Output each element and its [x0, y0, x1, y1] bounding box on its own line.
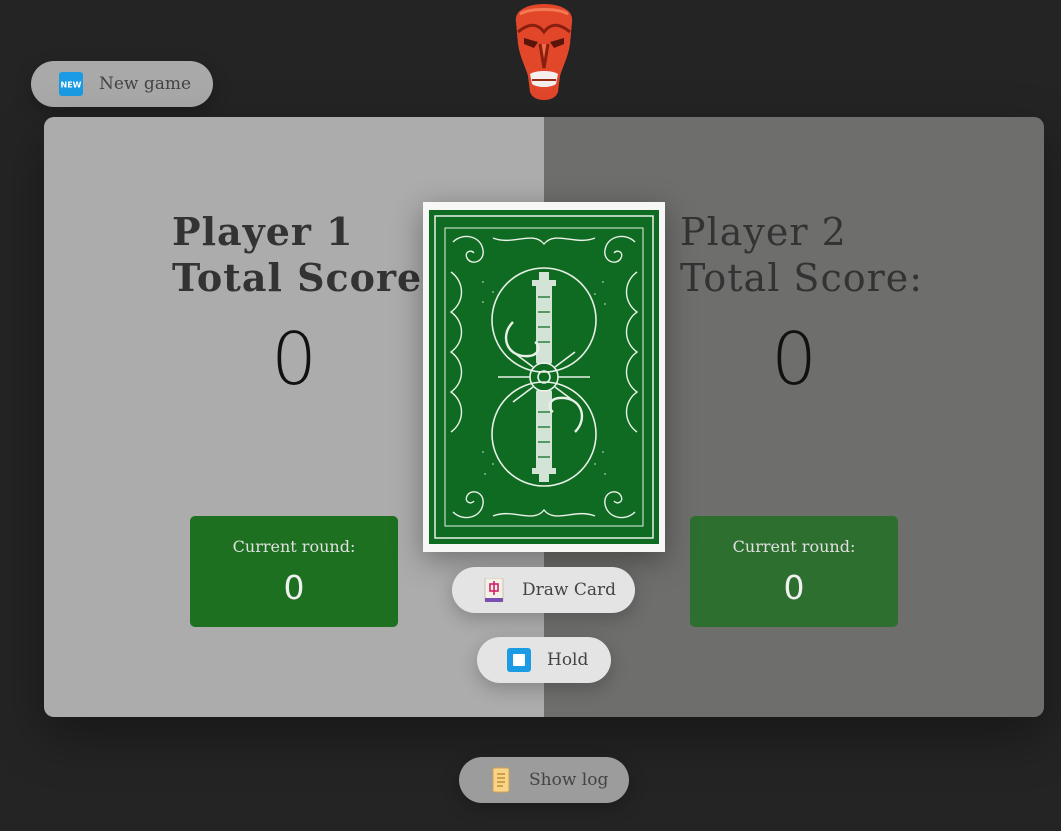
player-2-current-round-value: 0 [783, 568, 805, 607]
card-back [423, 202, 665, 552]
player-2-total-label: Total Score: [680, 256, 924, 300]
player-2-current-round-box: Current round: 0 [690, 516, 898, 627]
show-log-label: Show log [529, 770, 609, 790]
new-game-label: New game [99, 74, 192, 94]
hold-label: Hold [547, 650, 589, 670]
draw-card-label: Draw Card [522, 580, 616, 600]
card-back-icon [429, 210, 659, 544]
player-1-current-round-value: 0 [283, 568, 305, 607]
svg-text:NEW: NEW [61, 81, 82, 90]
new-game-button[interactable]: NEW New game [31, 61, 213, 107]
hold-button[interactable]: Hold [477, 637, 611, 683]
draw-card-button[interactable]: Draw Card [452, 567, 635, 613]
mahjong-tile-icon [482, 578, 506, 602]
player-2-current-round-label: Current round: [732, 537, 856, 556]
new-badge-icon: NEW [59, 72, 83, 96]
player-1-current-round-label: Current round: [232, 537, 356, 556]
show-log-button[interactable]: Show log [459, 757, 629, 803]
player-1-current-round-box: Current round: 0 [190, 516, 398, 627]
player-1-name: Player 1 [172, 209, 354, 254]
stop-square-icon [507, 648, 531, 672]
player-1-title: Player 1 Total Score: [172, 209, 437, 301]
player-1-total-label: Total Score: [172, 255, 438, 300]
red-mask-icon [515, 4, 573, 100]
game-page: NEW New game Player 1 Total Score: 0 Cur… [0, 0, 1061, 831]
player-2-title: Player 2 Total Score: [680, 209, 923, 301]
scroll-icon [489, 767, 513, 793]
player-2-name: Player 2 [680, 210, 847, 254]
